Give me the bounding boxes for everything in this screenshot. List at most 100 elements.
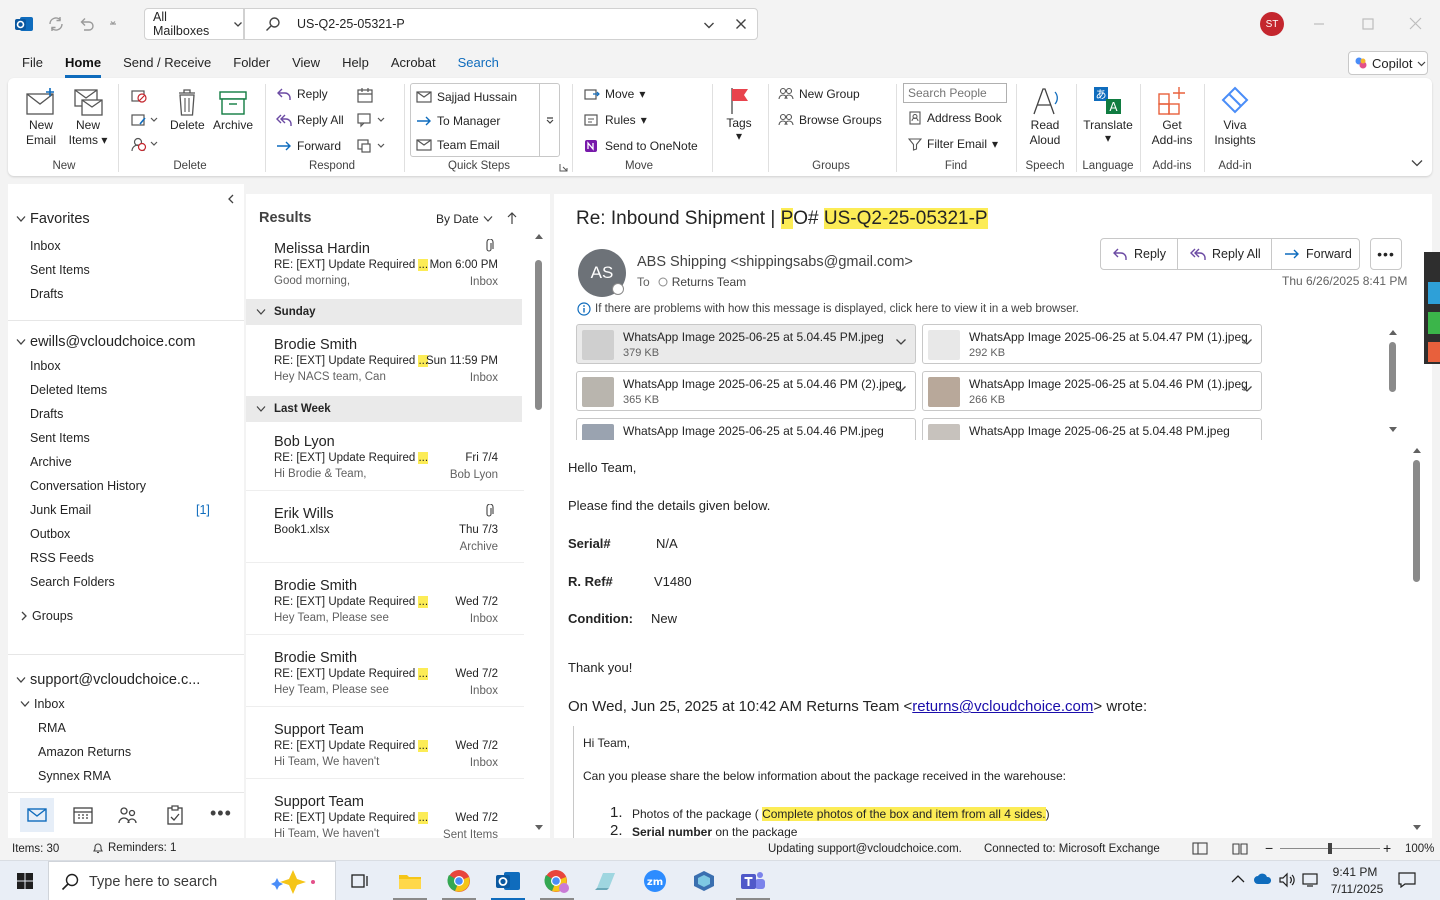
folder-outbox[interactable]: Outbox (30, 527, 70, 541)
teams-icon[interactable] (738, 867, 768, 895)
account-support-header[interactable]: support@vcloudchoice.c... (16, 672, 200, 688)
new-email-button[interactable]: New Email (24, 86, 58, 148)
group-header-last-week[interactable]: Last Week (246, 396, 522, 422)
folder-drafts[interactable]: Drafts (30, 407, 63, 421)
zoom-slider-thumb[interactable] (1328, 843, 1332, 854)
scroll-down-icon[interactable] (534, 824, 544, 832)
list-item[interactable]: Brodie Smith RE: [EXT] Update Required .… (246, 643, 524, 707)
chevron-down-icon[interactable] (1241, 384, 1253, 394)
menu-help[interactable]: Help (342, 48, 369, 78)
attachment-item[interactable]: WhatsApp Image 2025-06-25 at 5.04.45 PM.… (576, 324, 916, 364)
chevron-down-icon[interactable] (895, 337, 907, 347)
forward-ribbon-button[interactable]: Forward (276, 139, 341, 153)
list-item[interactable]: Support Team RE: [EXT] Update Required .… (246, 715, 524, 779)
onedrive-icon[interactable] (1253, 872, 1273, 886)
search-box[interactable]: US-Q2-25-05321-P (244, 8, 758, 40)
tags-button[interactable]: Tags ▾ (722, 84, 756, 142)
quick-access-dropdown-icon[interactable] (108, 18, 118, 28)
undo-icon[interactable] (77, 15, 95, 33)
attachments-scroll-up-icon[interactable] (1388, 328, 1398, 336)
reply-all-ribbon-button[interactable]: Reply All (276, 113, 344, 127)
list-scrollbar-thumb[interactable] (535, 260, 542, 410)
attachments-scrollbar-thumb[interactable] (1389, 342, 1396, 392)
mailbox-scope-select[interactable]: All Mailboxes (144, 8, 244, 40)
quote-email-link[interactable]: returns@vcloudchoice.com (912, 698, 1093, 715)
more-respond-icon[interactable] (356, 138, 386, 154)
im-reply-icon[interactable] (356, 112, 386, 128)
folder-conversation-history[interactable]: Conversation History (30, 479, 146, 493)
side-panel-strip[interactable] (1424, 252, 1440, 364)
forward-button[interactable]: Forward (1272, 238, 1364, 270)
search-people-input[interactable]: Search People (903, 83, 1007, 103)
get-addins-button[interactable]: Get Add-ins (1150, 84, 1194, 148)
quick-step-manager[interactable]: To Manager (416, 114, 500, 128)
account-ewills-header[interactable]: ewills@vcloudchoice.com (16, 334, 195, 350)
folder-synnex-rma[interactable]: Synnex RMA (38, 769, 111, 783)
windows-start-icon[interactable] (10, 867, 40, 895)
clean-up-icon[interactable] (130, 112, 160, 128)
folder-deleted-items[interactable]: Deleted Items (30, 383, 107, 397)
sort-direction-icon[interactable] (507, 211, 517, 225)
tasks-module-icon[interactable] (166, 805, 184, 825)
new-group-button[interactable]: New Group (778, 87, 860, 101)
menu-home[interactable]: Home (64, 48, 102, 78)
volume-icon[interactable] (1278, 872, 1296, 888)
scroll-up-icon[interactable] (534, 232, 544, 240)
junk-icon[interactable] (130, 136, 160, 152)
list-item[interactable]: Erik Wills Book1.xlsx Thu 7/3 Archive (246, 499, 524, 563)
reminders[interactable]: Reminders: 1 (92, 842, 176, 854)
menu-file[interactable]: File (22, 48, 43, 78)
reply-button[interactable]: Reply (1100, 238, 1178, 270)
list-item[interactable]: Bob Lyon RE: [EXT] Update Required ... H… (246, 427, 524, 491)
folder-amazon-returns[interactable]: Amazon Returns (38, 745, 131, 759)
folder-fav-inbox[interactable]: Inbox (30, 239, 61, 253)
ignore-icon[interactable] (130, 88, 148, 104)
reading-view-icon[interactable] (1232, 842, 1248, 855)
onenote-button[interactable]: Send to OneNote (584, 139, 698, 153)
folder-fav-drafts[interactable]: Drafts (30, 287, 63, 301)
chevron-down-icon[interactable] (895, 384, 907, 394)
list-item[interactable]: Melissa Hardin RE: [EXT] Update Required… (246, 234, 524, 296)
list-item[interactable]: Brodie Smith RE: [EXT] Update Required .… (246, 330, 524, 392)
menu-send-receive[interactable]: Send / Receive (123, 48, 211, 78)
ribbon-collapse-icon[interactable] (1411, 158, 1423, 168)
clock-date[interactable]: 7/11/2025 (1326, 882, 1388, 896)
copilot-button[interactable]: Copilot (1348, 51, 1428, 75)
minimize-icon[interactable] (1313, 18, 1325, 30)
filter-email-button[interactable]: Filter Email ▾ (908, 137, 998, 151)
search-input[interactable]: US-Q2-25-05321-P (297, 17, 405, 31)
quick-step-sajjad[interactable]: Sajjad Hussain (416, 90, 517, 104)
chevron-down-icon[interactable] (1241, 337, 1253, 347)
read-aloud-button[interactable]: Read Aloud (1026, 84, 1064, 148)
rules-button[interactable]: Rules ▾ (584, 113, 647, 127)
folder-support-inbox[interactable]: Inbox (20, 697, 65, 711)
clear-search-icon[interactable] (735, 18, 747, 30)
tray-overflow-icon[interactable] (1231, 874, 1245, 884)
zoom-in-button[interactable]: + (1383, 840, 1391, 856)
account-avatar[interactable]: ST (1260, 12, 1284, 36)
body-scroll-down-icon[interactable] (1412, 824, 1422, 832)
menu-view[interactable]: View (292, 48, 320, 78)
vpn-app-icon[interactable] (689, 867, 719, 895)
menu-search[interactable]: Search (458, 48, 499, 78)
reply-ribbon-button[interactable]: Reply (276, 87, 328, 101)
attachment-item[interactable]: WhatsApp Image 2025-06-25 at 5.04.46 PM.… (576, 418, 916, 440)
file-explorer-icon[interactable] (395, 867, 425, 895)
quick-step-team[interactable]: Team Email (416, 138, 500, 152)
folder-archive[interactable]: Archive (30, 455, 72, 469)
close-window-icon[interactable] (1409, 17, 1422, 30)
taskbar-search[interactable]: Type here to search (48, 861, 336, 900)
folder-sent-items[interactable]: Sent Items (30, 431, 90, 445)
maximize-icon[interactable] (1362, 18, 1374, 30)
document-app-icon[interactable] (591, 867, 621, 895)
zoom-out-button[interactable]: − (1265, 840, 1273, 856)
translate-button[interactable]: あA Translate ▾ (1082, 84, 1134, 144)
chrome-profile-icon[interactable] (542, 867, 572, 895)
sync-icon[interactable] (47, 15, 65, 33)
delete-button[interactable]: Delete (170, 86, 205, 133)
task-view-icon[interactable] (345, 867, 375, 895)
attachment-item[interactable]: WhatsApp Image 2025-06-25 at 5.04.47 PM … (922, 324, 1262, 364)
network-icon[interactable] (1302, 872, 1320, 888)
group-header-sunday[interactable]: Sunday (246, 299, 522, 325)
move-button[interactable]: Move ▾ (584, 87, 645, 101)
